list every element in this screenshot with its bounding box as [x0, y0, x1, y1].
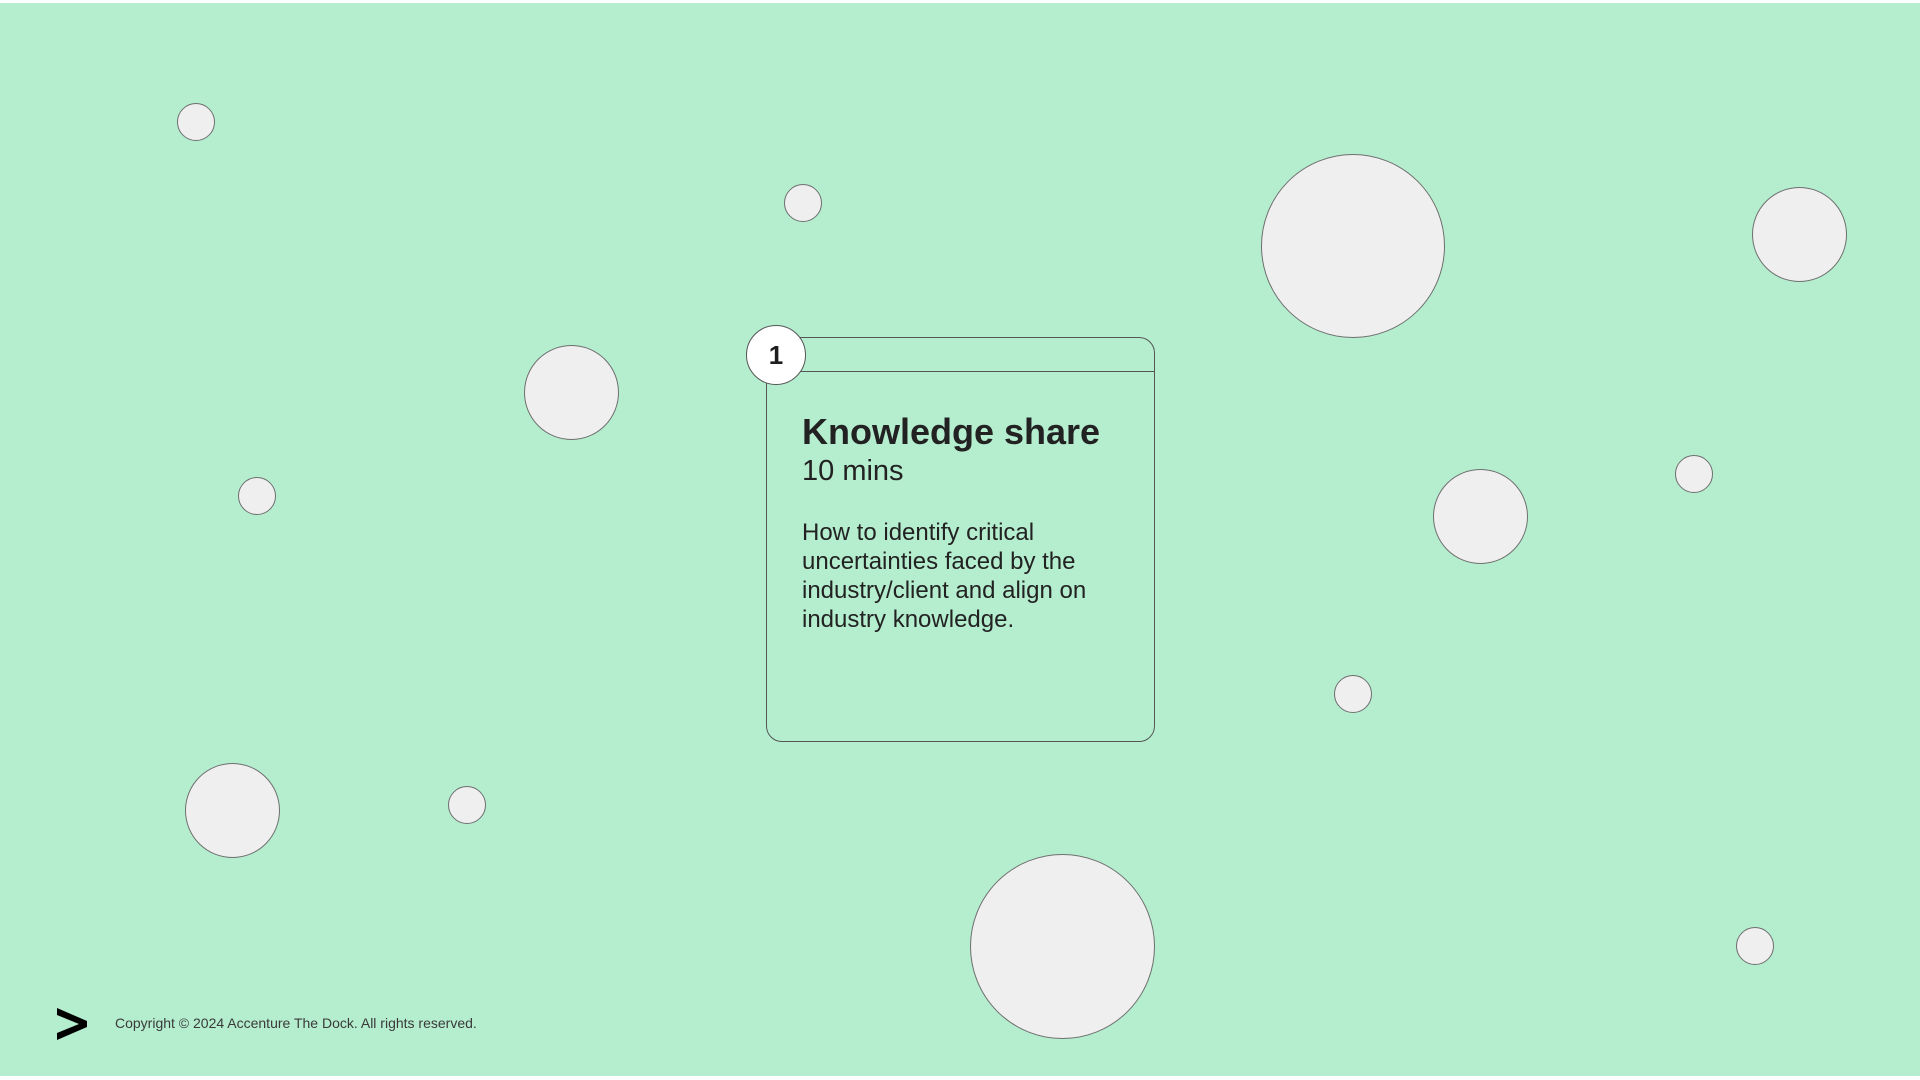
decorative-bubble: [238, 477, 276, 515]
decorative-bubble: [177, 103, 215, 141]
step-number-badge: 1: [746, 325, 806, 385]
card-duration: 10 mins: [802, 455, 904, 487]
copyright-text: Copyright © 2024 Accenture The Dock. All…: [115, 1015, 477, 1031]
agenda-card: Knowledge share 10 mins How to identify …: [766, 337, 1155, 742]
card-title: Knowledge share: [802, 411, 1101, 452]
decorative-bubble: [1261, 154, 1445, 338]
slide-canvas: Knowledge share 10 mins How to identify …: [0, 3, 1920, 1076]
card-header-divider: [767, 371, 1154, 372]
decorative-bubble: [1334, 675, 1372, 713]
decorative-bubble: [1433, 469, 1528, 564]
decorative-bubble: [448, 786, 486, 824]
decorative-bubble: [1675, 455, 1713, 493]
decorative-bubble: [784, 184, 822, 222]
decorative-bubble: [970, 854, 1155, 1039]
card-description: How to identify critical uncertainties f…: [802, 519, 1087, 633]
decorative-bubble: [185, 763, 280, 858]
accent-chevron-icon: [57, 1008, 87, 1040]
decorative-bubble: [524, 345, 619, 440]
decorative-bubble: [1736, 927, 1774, 965]
decorative-bubble: [1752, 187, 1847, 282]
